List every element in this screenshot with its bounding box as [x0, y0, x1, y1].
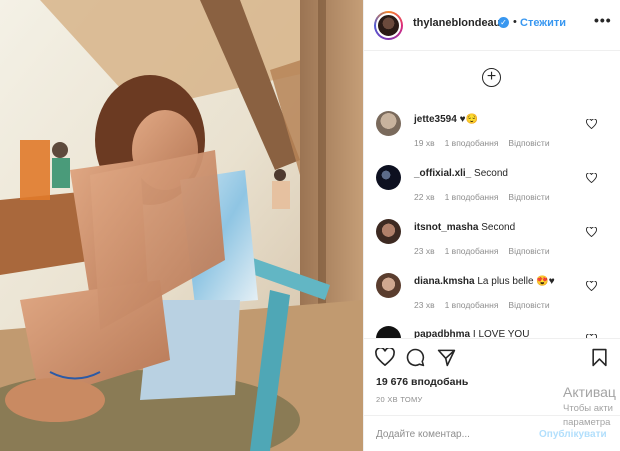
- like-comment-heart-icon[interactable]: [586, 227, 597, 237]
- post-image: [0, 0, 363, 451]
- commenter-avatar[interactable]: [376, 326, 401, 338]
- comment-age: 22 хв: [414, 192, 435, 202]
- author-avatar[interactable]: [374, 11, 403, 40]
- comments-list[interactable]: + jette3594 ♥😌 19 хв 1 вподобання Відповіс…: [364, 52, 620, 338]
- commenter-username[interactable]: papadbhma: [414, 329, 470, 338]
- add-comment-bar: Додайте коментар... Опублікувати: [364, 415, 620, 451]
- verified-badge-icon: ✓: [498, 17, 509, 28]
- like-comment-heart-icon[interactable]: [586, 173, 597, 183]
- post-photo[interactable]: [0, 0, 363, 451]
- comment-bubble-icon[interactable]: [406, 348, 425, 367]
- author-username[interactable]: thylaneblondeau: [413, 17, 500, 29]
- comment-body: Second: [481, 222, 516, 233]
- likes-count[interactable]: 19 676 вподобань: [376, 376, 468, 388]
- save-bookmark-icon[interactable]: [591, 348, 608, 367]
- comment-text: _offixial.xli_ Second: [414, 168, 508, 179]
- commenter-username[interactable]: itsnot_masha: [414, 222, 478, 233]
- comment-body: I LOVE YOU: [472, 329, 530, 338]
- comment-meta: 23 хв 1 вподобання Відповісти: [414, 246, 560, 256]
- comment-likes-count[interactable]: 1 вподобання: [445, 192, 499, 202]
- comment-text: papadbhma I LOVE YOU: [414, 329, 529, 338]
- comment-likes-count[interactable]: 1 вподобання: [445, 246, 499, 256]
- comment-likes-count[interactable]: 1 вподобання: [445, 300, 499, 310]
- comment-meta: 19 хв 1 вподобання Відповісти: [414, 138, 560, 148]
- comment-item: papadbhma I LOVE YOU: [364, 326, 620, 338]
- like-comment-heart-icon[interactable]: [586, 119, 597, 129]
- like-heart-icon[interactable]: [375, 348, 395, 366]
- comment-meta: 22 хв 1 вподобання Відповісти: [414, 192, 560, 202]
- comment-likes-count[interactable]: 1 вподобання: [445, 138, 499, 148]
- comment-body: ♥😌: [459, 114, 478, 125]
- commenter-avatar[interactable]: [376, 165, 401, 190]
- commenter-username[interactable]: diana.kmsha: [414, 276, 475, 287]
- comment-text: jette3594 ♥😌: [414, 114, 478, 125]
- comment-text: diana.kmsha La plus belle 😍♥: [414, 276, 555, 287]
- commenter-avatar[interactable]: [376, 219, 401, 244]
- commenter-avatar[interactable]: [376, 111, 401, 136]
- more-options-icon[interactable]: •••: [594, 12, 612, 28]
- follow-button[interactable]: Стежити: [520, 17, 566, 29]
- comment-text: itsnot_masha Second: [414, 222, 515, 233]
- comment-item: diana.kmsha La plus belle 😍♥ 23 хв 1 впод…: [364, 273, 620, 323]
- like-comment-heart-icon[interactable]: [586, 281, 597, 291]
- reply-button[interactable]: Відповісти: [508, 300, 549, 310]
- load-more-comments-icon[interactable]: +: [482, 68, 501, 87]
- comment-body: La plus belle 😍♥: [477, 276, 555, 287]
- separator-dot: •: [513, 16, 517, 28]
- add-comment-input[interactable]: Додайте коментар...: [376, 429, 470, 440]
- commenter-username[interactable]: jette3594: [414, 114, 457, 125]
- post-header: thylaneblondeau ✓ • Стежити •••: [364, 0, 620, 51]
- comment-item: itsnot_masha Second 23 хв 1 вподобання Від…: [364, 219, 620, 269]
- comment-age: 23 хв: [414, 300, 435, 310]
- commenter-username[interactable]: _offixial.xli_: [414, 168, 471, 179]
- post-timestamp[interactable]: 20 ХВ ТОМУ: [376, 395, 423, 404]
- commenter-avatar[interactable]: [376, 273, 401, 298]
- share-send-icon[interactable]: [437, 348, 456, 367]
- publish-comment-button[interactable]: Опублікувати: [539, 429, 607, 440]
- comment-item: _offixial.xli_ Second 22 хв 1 вподобання В…: [364, 165, 620, 215]
- reply-button[interactable]: Відповісти: [508, 192, 549, 202]
- comment-age: 23 хв: [414, 246, 435, 256]
- comment-body: Second: [474, 168, 508, 179]
- comment-item: jette3594 ♥😌 19 хв 1 вподобання Відповісти: [364, 111, 620, 161]
- reply-button[interactable]: Відповісти: [508, 246, 549, 256]
- post-actions: [364, 338, 620, 378]
- reply-button[interactable]: Відповісти: [508, 138, 549, 148]
- comment-age: 19 хв: [414, 138, 435, 148]
- comment-meta: 23 хв 1 вподобання Відповісти: [414, 300, 560, 310]
- post-panel: thylaneblondeau ✓ • Стежити ••• + jette3…: [363, 0, 620, 451]
